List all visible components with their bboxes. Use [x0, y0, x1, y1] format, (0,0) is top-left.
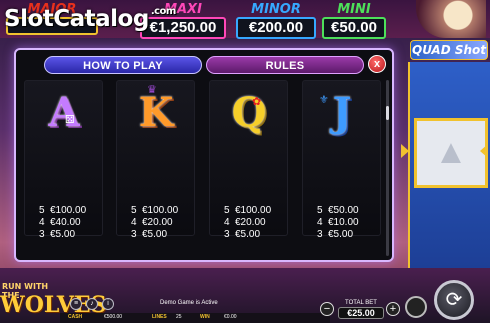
lines-label: LINES — [152, 314, 167, 320]
payline-arrow-left-icon — [401, 144, 409, 158]
pay-amount: €10.00 — [328, 217, 359, 228]
paytable-card-jack: J ⚜ 5 €50.00 4 €10.00 3 €5.00 — [302, 80, 381, 240]
rose-icon: ✿ — [252, 96, 262, 108]
payline-arrow-right-icon — [480, 144, 488, 158]
pay-count: 5 — [317, 205, 323, 216]
jackpot-mini: MINI €50.00 — [322, 2, 386, 39]
win-label: WIN — [200, 314, 210, 320]
total-bet: TOTAL BET €25.00 — [338, 300, 384, 320]
pay-row: 4 €40.00 — [39, 217, 86, 229]
pay-amount: €50.00 — [328, 205, 359, 216]
tab-how-to-play[interactable]: HOW TO PLAY — [44, 56, 202, 74]
pay-count: 5 — [39, 205, 45, 216]
pay-row: 4 €10.00 — [317, 217, 359, 229]
total-bet-value: €25.00 — [338, 307, 384, 319]
win-value: €0.00 — [224, 314, 237, 320]
cash-value: €500.00 — [104, 314, 123, 320]
moon-wolf-art — [416, 0, 486, 38]
close-button[interactable]: x — [368, 55, 386, 73]
queen-symbol-icon: Q — [231, 89, 267, 136]
pay-row: 3 €5.00 — [224, 229, 271, 241]
pay-amount: €100.00 — [50, 205, 87, 216]
jackpot-minor-label: MINOR — [251, 2, 301, 17]
jackpot-minor: MINOR €200.00 — [236, 2, 316, 39]
pay-amount: €40.00 — [50, 217, 81, 228]
paytable-card-queen: Q ✿ 5 €100.00 4 €20.00 3 €5.00 — [209, 80, 288, 240]
cash-label: CASH — [68, 314, 83, 320]
jackpot-mini-label: MINI — [337, 2, 371, 17]
dice-icon: ⚄ — [65, 114, 75, 126]
pay-count: 3 — [224, 229, 230, 240]
watermark: SlotCatalog .com — [4, 6, 176, 32]
sound-icon[interactable]: ♪ — [86, 298, 98, 310]
pay-row: 3 €5.00 — [131, 229, 178, 241]
info-icon[interactable]: i — [102, 298, 114, 310]
pay-row: 5 €100.00 — [39, 205, 86, 217]
jackpot-mini-value: €50.00 — [322, 17, 386, 39]
demo-message: Demo Game is Active — [160, 300, 218, 306]
jackpot-minor-value: €200.00 — [236, 17, 316, 39]
pay-amount: €20.00 — [142, 217, 173, 228]
reel-symbol-icon: ▲ — [434, 133, 468, 171]
king-symbol-icon: K — [138, 89, 174, 136]
pay-count: 4 — [224, 217, 230, 228]
pay-amount: €100.00 — [235, 205, 272, 216]
pay-row: 5 €50.00 — [317, 205, 359, 217]
menu-icon[interactable]: ≡ — [70, 298, 82, 310]
pay-count: 4 — [317, 217, 323, 228]
game-logo: RUN WITH THE WOLVES — [0, 282, 106, 322]
pay-row: 3 €5.00 — [317, 229, 359, 241]
scrollbar-thumb[interactable] — [386, 106, 389, 120]
pay-list: 5 €50.00 4 €10.00 3 €5.00 — [317, 205, 359, 241]
pay-amount: €5.00 — [142, 229, 168, 240]
reel-right: ▲ — [408, 62, 490, 268]
pay-count: 4 — [131, 217, 137, 228]
info-strip — [60, 313, 330, 323]
pay-row: 4 €20.00 — [131, 217, 178, 229]
pay-count: 3 — [131, 229, 137, 240]
pay-count: 5 — [224, 205, 230, 216]
autoplay-button[interactable] — [405, 296, 427, 318]
pay-row: 4 €20.00 — [224, 217, 271, 229]
pay-list: 5 €100.00 4 €20.00 3 €5.00 — [224, 205, 271, 241]
bet-increase-button[interactable]: + — [386, 302, 400, 316]
pay-count: 5 — [131, 205, 137, 216]
watermark-text: SlotCatalog — [4, 6, 149, 32]
pay-row: 5 €100.00 — [131, 205, 178, 217]
pay-amount: €5.00 — [50, 229, 76, 240]
pay-amount: €5.00 — [328, 229, 354, 240]
pay-row: 5 €100.00 — [224, 205, 271, 217]
spin-icon: ⟳ — [445, 289, 463, 311]
pay-amount: €100.00 — [142, 205, 179, 216]
reel-highlight: ▲ — [414, 118, 488, 188]
pay-count: 4 — [39, 217, 45, 228]
paytable-modal: HOW TO PLAY RULES x A ⚄ 5 €100.00 4 €40.00… — [14, 48, 394, 262]
pay-list: 5 €100.00 4 €40.00 3 €5.00 — [39, 205, 86, 241]
crown-icon: ♛ — [147, 84, 157, 96]
pay-amount: €20.00 — [235, 217, 266, 228]
fleur-de-lis-icon: ⚜ — [319, 94, 329, 106]
spin-button[interactable]: ⟳ — [434, 280, 474, 320]
pay-amount: €5.00 — [235, 229, 261, 240]
total-bet-label: TOTAL BET — [345, 300, 377, 306]
pay-row: 3 €5.00 — [39, 229, 86, 241]
pay-list: 5 €100.00 4 €20.00 3 €5.00 — [131, 205, 178, 241]
pay-count: 3 — [39, 229, 45, 240]
bet-decrease-button[interactable]: − — [320, 302, 334, 316]
tab-rules[interactable]: RULES — [206, 56, 364, 74]
paytable-card-ace: A ⚄ 5 €100.00 4 €40.00 3 €5.00 — [24, 80, 103, 240]
lines-value: 25 — [176, 314, 182, 320]
quad-shot-logo: QUAD Shot — [410, 40, 488, 60]
pay-count: 3 — [317, 229, 323, 240]
paytable-card-king: K ♛ 5 €100.00 4 €20.00 3 €5.00 — [116, 80, 195, 240]
ace-symbol-icon: A — [48, 89, 80, 136]
watermark-suffix: .com — [150, 6, 177, 17]
